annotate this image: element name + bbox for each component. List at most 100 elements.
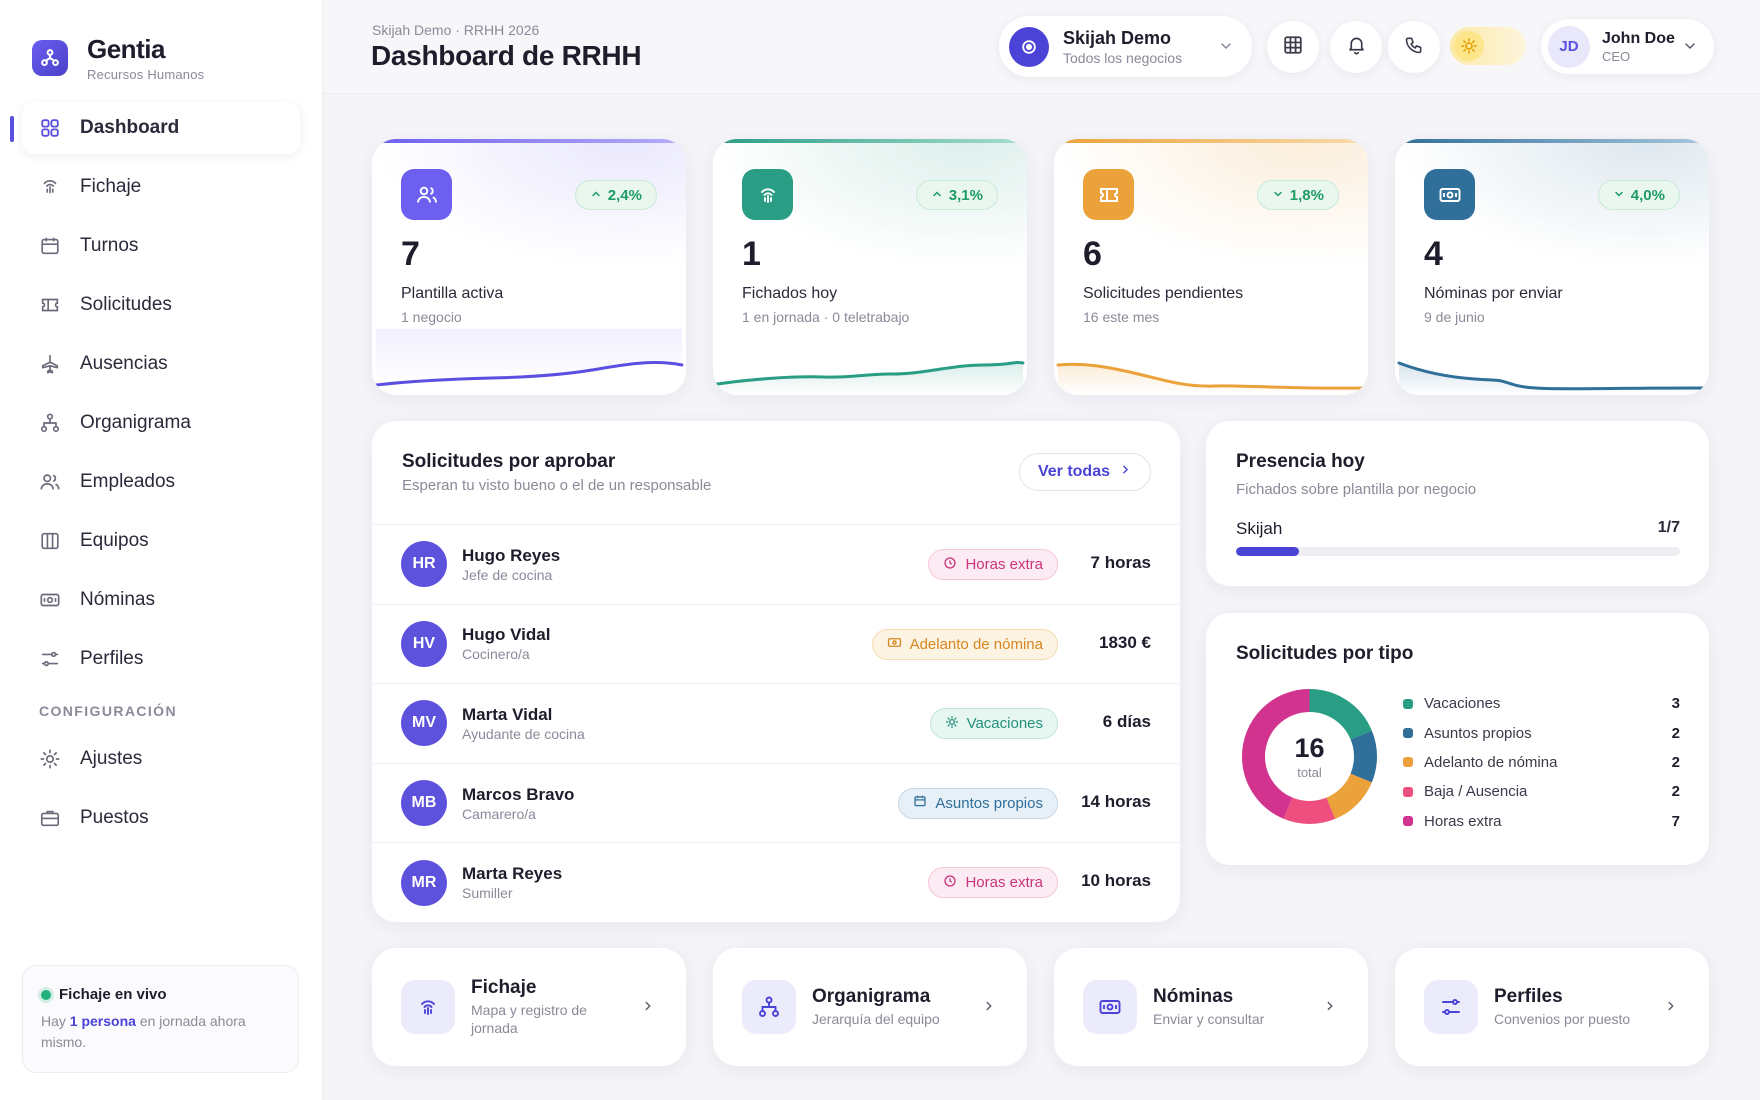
kpi-label: Plantilla activa (401, 285, 504, 302)
legend-value: 3 (1671, 695, 1680, 713)
chevron-right-icon (1664, 999, 1678, 1018)
trend-value: 1,8% (1289, 186, 1324, 204)
shortcut-title: Nóminas (1153, 986, 1234, 1007)
table-row[interactable]: MV Marta Vidal Ayudante de cocina Vacaci… (372, 683, 1180, 763)
legend-item: Adelanto de nómina 2 (1403, 748, 1680, 777)
sidebar: Gentia Recursos Humanos Dashboard Fichaj… (0, 0, 323, 1100)
business-switcher[interactable]: Skijah Demo Todos los negocios (999, 16, 1252, 77)
request-type-label: Horas extra (965, 556, 1043, 573)
kpi-card-accent (372, 139, 686, 143)
table-row[interactable]: MB Marcos Bravo Camarero/a Asuntos propi… (372, 762, 1180, 843)
shortcut-organigrama[interactable]: Organigrama Jerarquía del equipo (713, 948, 1027, 1066)
user-role: CEO (1602, 48, 1631, 64)
brand[interactable]: Gentia Recursos Humanos (32, 34, 204, 82)
chevron-up-icon (931, 187, 943, 204)
fingerprint-icon (742, 169, 793, 220)
legend-swatch (1403, 728, 1413, 739)
live-clock-text-before: Hay (41, 1013, 70, 1029)
live-clock-card[interactable]: Fichaje en vivo Hay 1 persona en jornada… (22, 965, 299, 1073)
kpi-card-accent (1395, 139, 1709, 143)
sidebar-item-puestos[interactable]: Puestos (22, 792, 300, 844)
legend-label: Horas extra (1424, 812, 1502, 830)
sun-icon (1454, 31, 1484, 61)
request-type-label: Asuntos propios (935, 794, 1043, 812)
legend-swatch (1403, 816, 1413, 827)
sidebar-item-fichaje[interactable]: Fichaje (22, 161, 300, 213)
shortcut-perfiles[interactable]: Perfiles Convenios por puesto (1395, 948, 1709, 1066)
sliders-icon (38, 647, 62, 671)
trend-badge: 2,4% (574, 180, 657, 210)
kpi-card-checkins[interactable]: 3,1% 1 Fichados hoy 1 en jornada · 0 tel… (713, 139, 1027, 395)
shortcut-nominas[interactable]: Nóminas Enviar y consultar (1054, 948, 1368, 1066)
request-type-label: Horas extra (965, 874, 1043, 892)
sun-gear-icon (38, 747, 62, 771)
donut-legend: Vacaciones 3 Asuntos propios 2 Adelanto de… (1403, 689, 1680, 836)
live-clock-count[interactable]: 1 persona (70, 1013, 136, 1029)
org-chart-icon (742, 980, 796, 1034)
request-amount: 10 horas (1081, 871, 1151, 891)
sidebar-item-label: Ausencias (80, 353, 168, 374)
kpi-card-pending-requests[interactable]: 1,8% 6 Solicitudes pendientes 16 este me… (1054, 139, 1368, 395)
table-row[interactable]: HR Hugo Reyes Jefe de cocina Horas extra… (372, 524, 1180, 604)
kpi-card-staff[interactable]: 2,4% 7 Plantilla activa 1 negocio (372, 139, 686, 395)
shortcut-subtitle: Convenios por puesto (1494, 1011, 1631, 1027)
sidebar-item-equipos[interactable]: Equipos (22, 515, 300, 567)
kpi-sparkline (1397, 361, 1707, 395)
shortcut-title: Perfiles (1494, 986, 1563, 1007)
see-all-button[interactable]: Ver todas (1018, 453, 1151, 491)
calendar-icon (913, 794, 927, 812)
theme-toggle[interactable] (1450, 27, 1526, 65)
sidebar-item-organigrama[interactable]: Organigrama (22, 397, 300, 449)
business-scope: Todos los negocios (1063, 49, 1183, 66)
employee-name: Marta Vidal (462, 704, 553, 724)
clock-icon (943, 874, 957, 892)
live-clock-title: Fichaje en vivo (41, 986, 280, 1003)
sidebar-item-nominas[interactable]: Nóminas (22, 574, 300, 626)
chevron-down-icon (1613, 187, 1625, 204)
request-amount: 1830 € (1099, 632, 1151, 652)
call-button[interactable] (1388, 21, 1440, 73)
sidebar-item-perfiles[interactable]: Perfiles (22, 633, 300, 685)
sidebar-item-empleados[interactable]: Empleados (22, 456, 300, 508)
presence-progress-bar (1236, 547, 1680, 556)
see-all-label: Ver todas (1037, 463, 1110, 480)
chevron-down-icon (1218, 38, 1234, 59)
user-name: John Doe (1602, 29, 1675, 47)
request-amount: 7 horas (1090, 553, 1151, 572)
kpi-label: Fichados hoy (742, 285, 838, 302)
table-row[interactable]: HV Hugo Vidal Cocinero/a Adelanto de nóm… (372, 603, 1180, 684)
apps-button[interactable] (1267, 21, 1319, 73)
kpi-card-payrolls[interactable]: 4,0% 4 Nóminas por enviar 9 de junio (1395, 139, 1709, 395)
sidebar-item-label: Ajustes (80, 748, 143, 769)
employee-role: Sumiller (462, 885, 513, 902)
kpi-value: 6 (1083, 235, 1102, 273)
calendar-icon (38, 234, 62, 258)
kpi-subtext: 1 negocio (401, 309, 462, 325)
sidebar-item-dashboard[interactable]: Dashboard (10, 102, 300, 154)
shortcut-subtitle: Jerarquía del equipo (812, 1011, 940, 1027)
legend-item: Asuntos propios 2 (1403, 718, 1680, 747)
avatar: JD (1548, 25, 1590, 68)
donut-total-label: total (1297, 765, 1322, 780)
ticket-icon (1083, 169, 1134, 220)
kpi-card-accent (713, 139, 1027, 143)
sidebar-item-solicitudes[interactable]: Solicitudes (22, 279, 300, 331)
live-clock-text: Hay 1 persona en jornada ahora mismo. (41, 1011, 280, 1053)
legend-swatch (1403, 757, 1413, 768)
bell-icon (1346, 34, 1367, 60)
request-type-badge: Horas extra (928, 549, 1058, 580)
sidebar-item-ajustes[interactable]: Ajustes (22, 733, 300, 785)
apps-grid-icon (1282, 34, 1304, 61)
sidebar-item-turnos[interactable]: Turnos (22, 220, 300, 272)
user-menu[interactable]: JD John Doe CEO (1541, 19, 1714, 74)
legend-swatch (1403, 786, 1413, 797)
sun-icon (945, 715, 959, 733)
panel-title: Solicitudes por aprobar (402, 451, 616, 472)
table-row[interactable]: MR Marta Reyes Sumiller Horas extra 10 h… (372, 842, 1180, 922)
banknote-icon (1424, 169, 1475, 220)
shortcut-fichaje[interactable]: Fichaje Mapa y registro de jornada (372, 948, 686, 1066)
notifications-button[interactable] (1330, 21, 1382, 73)
banknote-icon (887, 635, 902, 654)
trend-value: 4,0% (1630, 186, 1665, 204)
sidebar-item-ausencias[interactable]: Ausencias (22, 338, 300, 390)
